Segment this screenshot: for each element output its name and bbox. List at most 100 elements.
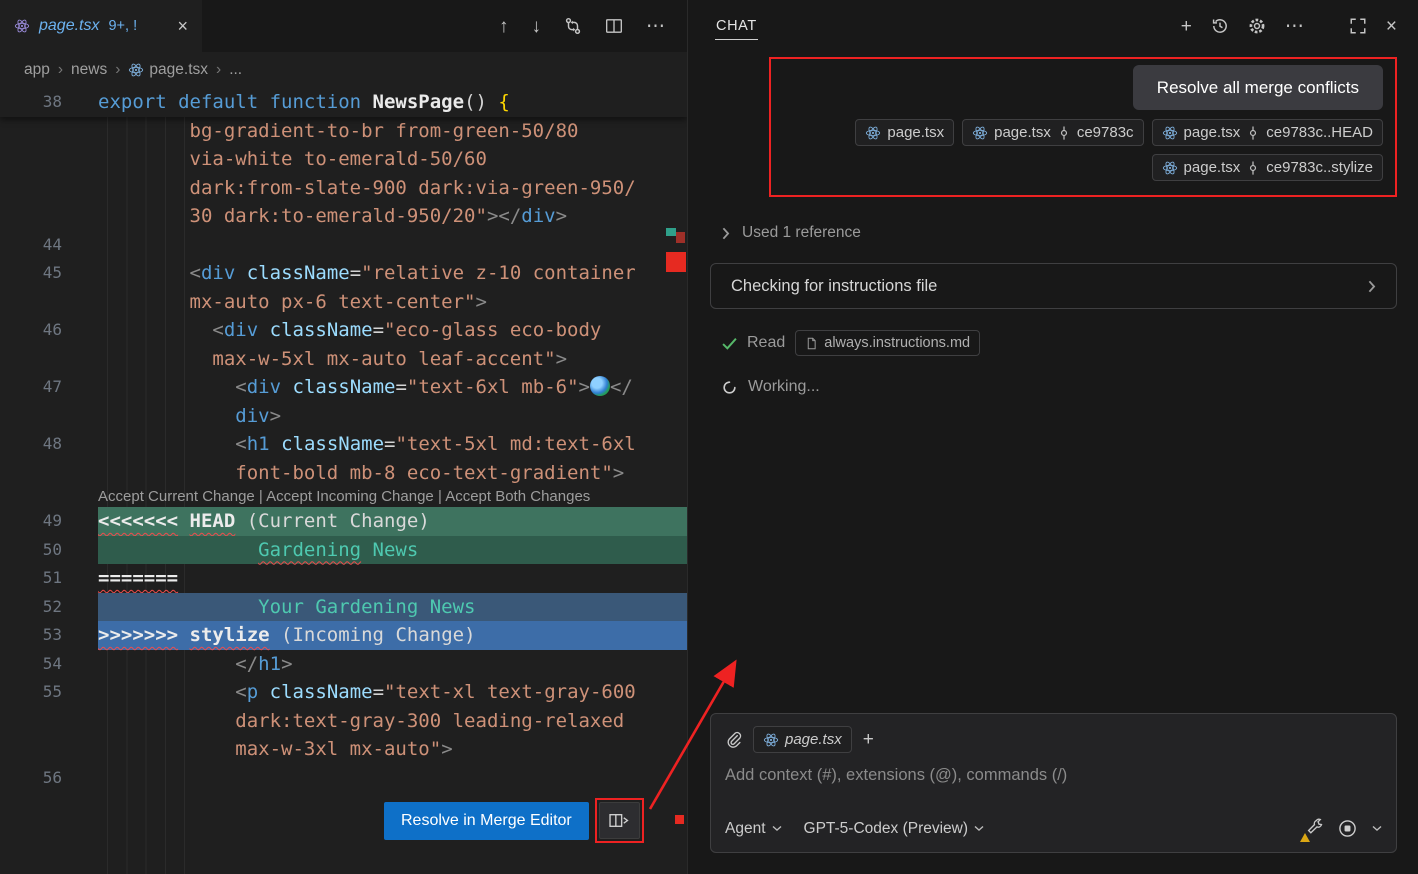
attach-paperclip-icon[interactable] <box>725 731 742 748</box>
chat-input-context-row: page.tsx + <box>725 726 1382 753</box>
react-file-icon <box>1162 160 1178 176</box>
codelens-separator: | <box>255 488 266 505</box>
line-number: 45 <box>0 259 62 288</box>
code-line: 53>>>>>>> stylize (Incoming Change) <box>0 621 687 650</box>
file-icon <box>805 337 818 350</box>
context-chip[interactable]: page.tsxce9783c..HEAD <box>1152 119 1383 146</box>
line-number: 50 <box>0 536 62 565</box>
code-editor[interactable]: 38export default function NewsPage() { b… <box>0 88 687 874</box>
editor-tab-page-tsx[interactable]: page.tsx 9+, ! × <box>0 0 202 52</box>
chat-input-placeholder[interactable]: Add context (#), extensions (@), command… <box>725 766 1382 785</box>
code-line: via-white to-emerald-50/60 <box>0 145 687 174</box>
read-file-chip[interactable]: always.instructions.md <box>795 330 980 356</box>
line-number: 54 <box>0 650 62 679</box>
editor-more-actions-icon[interactable]: ⋯ <box>646 17 665 36</box>
working-label: Working... <box>748 378 820 396</box>
context-chip[interactable]: page.tsx <box>855 119 954 146</box>
tools-icon[interactable] <box>1305 817 1323 840</box>
codelens-action[interactable]: Accept Both Changes <box>445 488 590 505</box>
line-number: 46 <box>0 316 62 345</box>
code-line: max-w-5xl mx-auto leaf-accent"> <box>0 345 687 374</box>
model-selector[interactable]: GPT-5-Codex (Preview) <box>804 820 985 838</box>
chat-history-icon[interactable] <box>1211 17 1229 35</box>
split-editor-icon[interactable] <box>605 17 623 35</box>
code-line: 49<<<<<<< HEAD (Current Change) <box>0 507 687 536</box>
context-chip[interactable]: page.tsx ce9783c <box>962 119 1143 146</box>
react-file-icon <box>865 125 881 141</box>
context-chip[interactable]: page.tsx <box>753 726 852 753</box>
breadcrumb-item[interactable]: app <box>24 61 50 79</box>
code-line: 56 <box>0 764 687 793</box>
line-number: 47 <box>0 373 62 402</box>
resolve-all-merge-conflicts-button[interactable]: Resolve all merge conflicts <box>1133 65 1383 110</box>
codelens-action[interactable]: Accept Incoming Change <box>266 488 434 505</box>
breadcrumb-item[interactable]: page.tsx <box>128 61 208 79</box>
chat-panel-title[interactable]: CHAT <box>715 13 758 40</box>
chat-input-box[interactable]: page.tsx + Add context (#), extensions (… <box>710 713 1397 853</box>
code-line: bg-gradient-to-br from-green-50/80 <box>0 117 687 146</box>
vscode-window: page.tsx 9+, ! × ↑ ↓ ⋯ app›news›page.tsx… <box>0 0 1418 874</box>
chip-filename: page.tsx <box>887 124 944 141</box>
new-chat-icon[interactable]: + <box>1181 17 1192 36</box>
breadcrumb-item[interactable]: news <box>71 61 107 79</box>
line-number: 51 <box>0 564 62 593</box>
overview-ruler-mark-red <box>675 815 684 824</box>
chevron-down-icon[interactable] <box>1372 825 1382 832</box>
resolve-in-merge-editor-button[interactable]: Resolve in Merge Editor <box>384 802 589 840</box>
input-context-chip-slot: page.tsx <box>753 726 852 753</box>
warning-triangle-icon <box>1300 833 1310 842</box>
chip-filename: page.tsx <box>994 124 1051 141</box>
mode-label: Agent <box>725 820 766 838</box>
chat-input-right-actions <box>1305 817 1382 840</box>
open-changes-icon[interactable] <box>564 17 582 35</box>
mode-selector[interactable]: Agent <box>725 820 782 838</box>
tab-close-icon[interactable]: × <box>177 16 188 37</box>
line-number <box>0 202 62 231</box>
nav-down-icon[interactable]: ↓ <box>532 17 542 36</box>
chip-git-ref: ce9783c..HEAD <box>1266 124 1373 141</box>
code-line: font-bold mb-8 eco-text-gradient"> <box>0 459 687 488</box>
code-line: 54 </h1> <box>0 650 687 679</box>
settings-gear-icon[interactable] <box>1248 17 1266 35</box>
overview-ruler-mark <box>676 232 685 243</box>
code-line: 38export default function NewsPage() { <box>0 88 687 117</box>
context-chip[interactable]: page.tsxce9783c..stylize <box>1152 154 1383 181</box>
loading-spinner-icon <box>722 380 737 395</box>
line-number: 56 <box>0 764 62 793</box>
line-number: 53 <box>0 621 62 650</box>
maximize-panel-icon[interactable] <box>1349 17 1367 35</box>
line-number <box>0 288 62 317</box>
used-references-toggle[interactable]: Used 1 reference <box>710 224 1397 242</box>
code-line: dark:text-gray-300 leading-relaxed <box>0 707 687 736</box>
used-references-label: Used 1 reference <box>742 224 861 242</box>
code-line: max-w-3xl mx-auto"> <box>0 735 687 764</box>
line-number <box>0 402 62 431</box>
chip-filename: page.tsx <box>785 731 842 748</box>
chevron-right-icon <box>1368 280 1376 293</box>
line-number: 49 <box>0 507 62 536</box>
chevron-right-icon <box>722 227 730 240</box>
chip-git-ref: ce9783c..stylize <box>1266 159 1373 176</box>
instructions-progress-panel[interactable]: Checking for instructions file <box>710 263 1397 309</box>
editor-pane: page.tsx 9+, ! × ↑ ↓ ⋯ app›news›page.tsx… <box>0 0 688 874</box>
chat-panel: CHAT + ⋯ × Resolve all merge conflicts p… <box>688 0 1418 874</box>
code-lines: 38export default function NewsPage() { b… <box>0 88 687 792</box>
line-number <box>0 735 62 764</box>
chat-more-actions-icon[interactable]: ⋯ <box>1285 17 1304 36</box>
nav-up-icon[interactable]: ↑ <box>499 17 509 36</box>
annotation-box-merge-editor-icon <box>595 798 644 843</box>
stop-button[interactable] <box>1338 819 1357 838</box>
breadcrumb-item[interactable]: ... <box>229 61 242 79</box>
code-line: 55 <p className="text-xl text-gray-600 <box>0 678 687 707</box>
close-panel-icon[interactable]: × <box>1386 17 1397 36</box>
open-merge-editor-icon-button[interactable] <box>599 802 640 839</box>
chip-git-ref: ce9783c <box>1077 124 1134 141</box>
line-number: 48 <box>0 430 62 459</box>
line-number <box>0 174 62 203</box>
add-context-icon[interactable]: + <box>863 730 874 749</box>
tab-problems-badge: 9+, ! <box>108 18 137 34</box>
react-file-icon <box>1162 125 1178 141</box>
line-number <box>0 117 62 146</box>
codelens-action[interactable]: Accept Current Change <box>98 488 255 505</box>
chat-body: Resolve all merge conflicts page.tsxpage… <box>688 52 1418 874</box>
